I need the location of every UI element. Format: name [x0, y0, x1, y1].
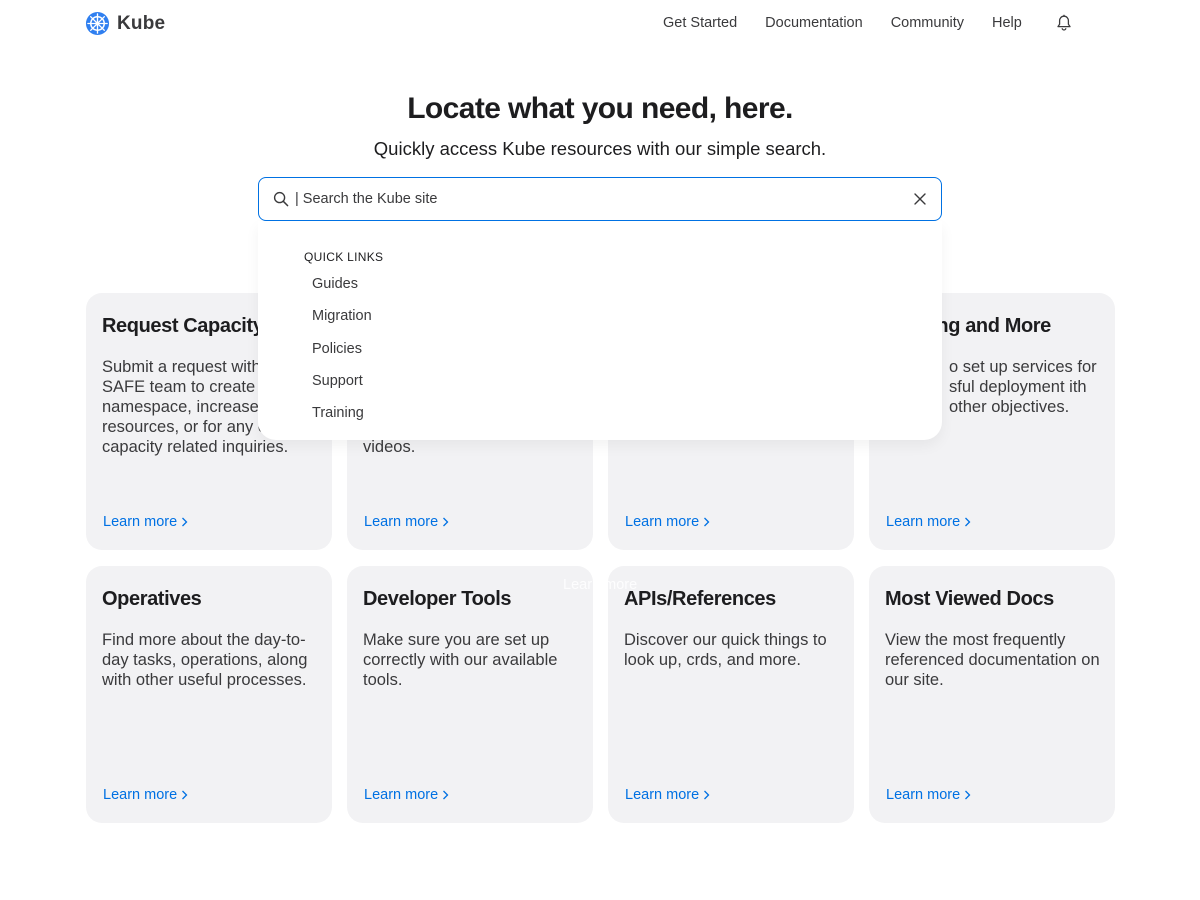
- card-title: Most Viewed Docs: [885, 588, 1054, 610]
- chevron-right-icon: [182, 790, 188, 800]
- search-suggestions-dropdown: QUICK LINKS Guides Migration Policies Su…: [258, 221, 942, 440]
- nav-community[interactable]: Community: [891, 15, 964, 31]
- learn-more-link[interactable]: Learn more: [364, 514, 449, 530]
- learn-more-label: Learn more: [886, 787, 961, 803]
- quick-link-support[interactable]: Support: [312, 373, 363, 389]
- card-description: Discover our quick things to look up, cr…: [624, 631, 827, 669]
- brand[interactable]: Kube: [85, 11, 165, 36]
- card-title: Developer Tools: [363, 588, 512, 610]
- card-description: Make sure you are set up correctly with …: [363, 631, 558, 689]
- learn-more-link[interactable]: Learn more: [103, 514, 188, 530]
- quick-link-policies[interactable]: Policies: [312, 341, 362, 357]
- search-input[interactable]: [295, 188, 895, 210]
- nav-help[interactable]: Help: [992, 15, 1022, 31]
- learn-more-label: Learn more: [364, 787, 439, 803]
- card-most-viewed-docs[interactable]: Most Viewed Docs View the most frequentl…: [869, 566, 1115, 823]
- card-operatives[interactable]: Operatives Find more about the day-to-da…: [86, 566, 332, 823]
- learn-more-label: Learn more: [625, 787, 700, 803]
- card-title: Request Capacity: [102, 315, 264, 337]
- learn-more-label: Learn more: [364, 514, 439, 530]
- brand-name: Kube: [117, 12, 166, 34]
- quick-link-guides[interactable]: Guides: [312, 276, 358, 292]
- learn-more-label: Learn more: [103, 514, 178, 530]
- chevron-right-icon: [965, 517, 971, 527]
- learn-more-link[interactable]: Learn more: [886, 514, 971, 530]
- quick-link-training[interactable]: Training: [312, 405, 364, 421]
- overlay-learn-more-text: Learn more: [563, 577, 638, 593]
- kube-logo-icon: [85, 11, 110, 36]
- close-icon[interactable]: [913, 192, 927, 206]
- bell-icon[interactable]: [1055, 14, 1073, 32]
- page-title: Locate what you need, here.: [407, 92, 793, 125]
- learn-more-label: Learn more: [103, 787, 178, 803]
- nav-documentation[interactable]: Documentation: [765, 15, 863, 31]
- chevron-right-icon: [704, 517, 710, 527]
- main-nav: Get Started Documentation Community Help: [663, 15, 1053, 31]
- page-subtitle: Quickly access Kube resources with our s…: [373, 138, 827, 159]
- card-title: Operatives: [102, 588, 202, 610]
- learn-more-label: Learn more: [625, 514, 700, 530]
- chevron-right-icon: [443, 517, 449, 527]
- chevron-right-icon: [443, 790, 449, 800]
- card-description: videos.: [363, 438, 416, 456]
- card-developer-tools[interactable]: Developer Tools Make sure you are set up…: [347, 566, 593, 823]
- learn-more-link[interactable]: Learn more: [103, 787, 188, 803]
- card-title: ting and More: [925, 315, 1051, 337]
- chevron-right-icon: [704, 790, 710, 800]
- learn-more-label: Learn more: [886, 514, 961, 530]
- nav-get-started[interactable]: Get Started: [663, 15, 737, 31]
- card-title: APIs/References: [624, 588, 776, 610]
- learn-more-link[interactable]: Learn more: [886, 787, 971, 803]
- quick-link-migration[interactable]: Migration: [312, 308, 372, 324]
- site-header: Kube Get Started Documentation Community…: [0, 0, 1200, 48]
- chevron-right-icon: [965, 790, 971, 800]
- learn-more-link[interactable]: Learn more: [364, 787, 449, 803]
- card-description: o set up services for sful deployment it…: [949, 358, 1097, 416]
- card-description: View the most frequently referenced docu…: [885, 631, 1100, 689]
- search-icon: [273, 191, 289, 207]
- learn-more-link[interactable]: Learn more: [625, 787, 710, 803]
- card-apis-references[interactable]: APIs/References Discover our quick thing…: [608, 566, 854, 823]
- quick-links-heading: QUICK LINKS: [304, 250, 384, 264]
- chevron-right-icon: [182, 517, 188, 527]
- search-box: [258, 177, 942, 221]
- card-description: Find more about the day-to-day tasks, op…: [102, 631, 308, 689]
- learn-more-link[interactable]: Learn more: [625, 514, 710, 530]
